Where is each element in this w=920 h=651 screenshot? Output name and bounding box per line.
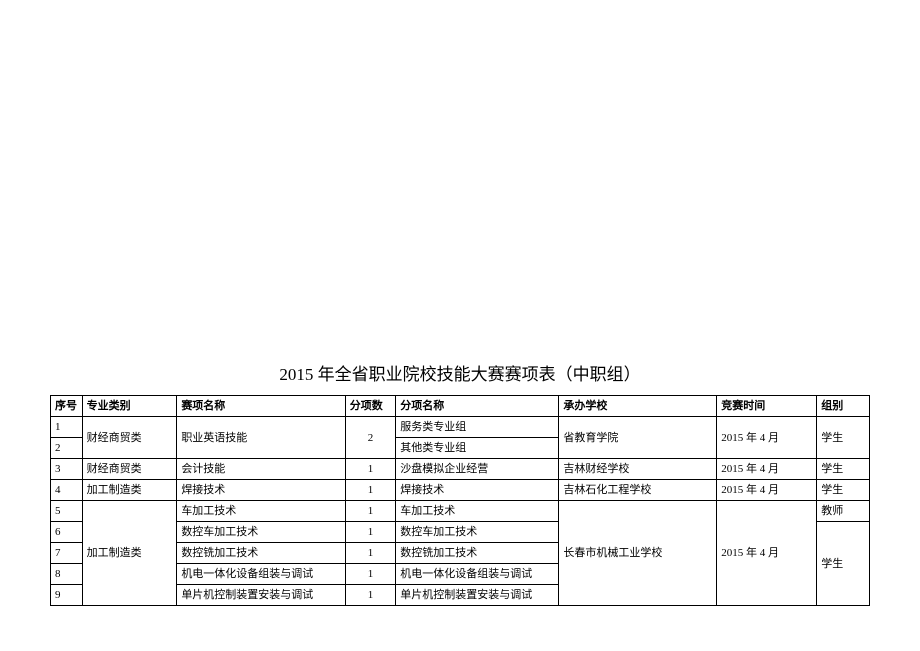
table-row: 5 加工制造类 车加工技术 1 车加工技术 长春市机械工业学校 2015 年 4… <box>51 501 870 522</box>
header-time: 竞赛时间 <box>717 396 817 417</box>
cell-subname: 其他类专业组 <box>396 438 559 459</box>
cell-group: 学生 <box>817 480 870 501</box>
cell-name: 机电一体化设备组装与调试 <box>177 564 345 585</box>
cell-count: 1 <box>345 501 396 522</box>
table-row: 1 财经商贸类 职业英语技能 2 服务类专业组 省教育学院 2015 年 4 月… <box>51 417 870 438</box>
cell-time: 2015 年 4 月 <box>717 501 817 606</box>
cell-seq: 6 <box>51 522 83 543</box>
cell-group: 学生 <box>817 522 870 606</box>
cell-subname: 沙盘模拟企业经营 <box>396 459 559 480</box>
cell-group: 学生 <box>817 417 870 459</box>
header-subname: 分项名称 <box>396 396 559 417</box>
cell-school: 省教育学院 <box>559 417 717 459</box>
document-title: 2015 年全省职业院校技能大赛赛项表（中职组） <box>50 360 870 385</box>
cell-group: 学生 <box>817 459 870 480</box>
cell-count: 1 <box>345 480 396 501</box>
competition-table: 序号 专业类别 赛项名称 分项数 分项名称 承办学校 竞赛时间 组别 1 财经商… <box>50 395 870 606</box>
cell-name: 数控车加工技术 <box>177 522 345 543</box>
cell-seq: 7 <box>51 543 83 564</box>
cell-count: 1 <box>345 522 396 543</box>
cell-subname: 单片机控制装置安装与调试 <box>396 585 559 606</box>
cell-count: 1 <box>345 543 396 564</box>
cell-seq: 5 <box>51 501 83 522</box>
cell-school: 吉林财经学校 <box>559 459 717 480</box>
cell-subname: 焊接技术 <box>396 480 559 501</box>
header-count: 分项数 <box>345 396 396 417</box>
cell-category: 加工制造类 <box>82 501 177 606</box>
cell-subname: 数控铣加工技术 <box>396 543 559 564</box>
cell-category: 财经商贸类 <box>82 417 177 459</box>
header-seq: 序号 <box>51 396 83 417</box>
table-header-row: 序号 专业类别 赛项名称 分项数 分项名称 承办学校 竞赛时间 组别 <box>51 396 870 417</box>
cell-name: 会计技能 <box>177 459 345 480</box>
cell-seq: 2 <box>51 438 83 459</box>
header-group: 组别 <box>817 396 870 417</box>
table-row: 3 财经商贸类 会计技能 1 沙盘模拟企业经营 吉林财经学校 2015 年 4 … <box>51 459 870 480</box>
header-school: 承办学校 <box>559 396 717 417</box>
cell-subname: 数控车加工技术 <box>396 522 559 543</box>
header-category: 专业类别 <box>82 396 177 417</box>
cell-subname: 服务类专业组 <box>396 417 559 438</box>
cell-name: 职业英语技能 <box>177 417 345 459</box>
table-row: 4 加工制造类 焊接技术 1 焊接技术 吉林石化工程学校 2015 年 4 月 … <box>51 480 870 501</box>
cell-name: 数控铣加工技术 <box>177 543 345 564</box>
cell-name: 焊接技术 <box>177 480 345 501</box>
cell-time: 2015 年 4 月 <box>717 480 817 501</box>
cell-subname: 车加工技术 <box>396 501 559 522</box>
cell-count: 1 <box>345 564 396 585</box>
cell-count: 2 <box>345 417 396 459</box>
cell-name: 单片机控制装置安装与调试 <box>177 585 345 606</box>
cell-group: 教师 <box>817 501 870 522</box>
cell-count: 1 <box>345 585 396 606</box>
cell-school: 长春市机械工业学校 <box>559 501 717 606</box>
cell-seq: 9 <box>51 585 83 606</box>
cell-school: 吉林石化工程学校 <box>559 480 717 501</box>
cell-subname: 机电一体化设备组装与调试 <box>396 564 559 585</box>
document-content: 2015 年全省职业院校技能大赛赛项表（中职组） 序号 专业类别 赛项名称 分项… <box>50 360 870 606</box>
cell-category: 加工制造类 <box>82 480 177 501</box>
cell-seq: 1 <box>51 417 83 438</box>
cell-time: 2015 年 4 月 <box>717 459 817 480</box>
header-name: 赛项名称 <box>177 396 345 417</box>
cell-name: 车加工技术 <box>177 501 345 522</box>
cell-category: 财经商贸类 <box>82 459 177 480</box>
cell-seq: 3 <box>51 459 83 480</box>
cell-seq: 4 <box>51 480 83 501</box>
cell-seq: 8 <box>51 564 83 585</box>
cell-time: 2015 年 4 月 <box>717 417 817 459</box>
cell-count: 1 <box>345 459 396 480</box>
